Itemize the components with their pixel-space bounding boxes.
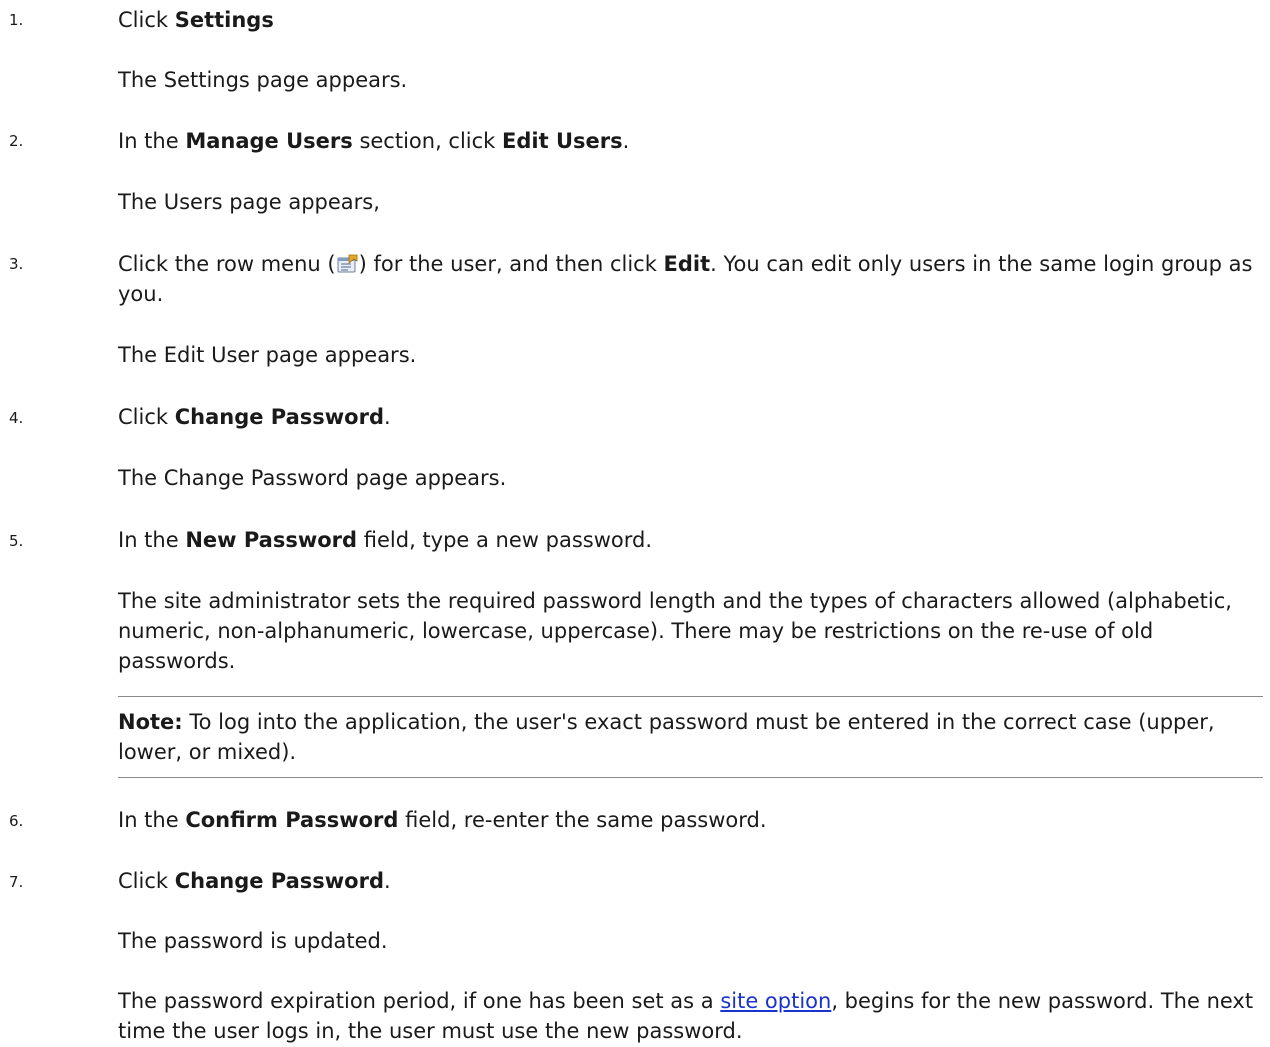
step-result: The Edit User page appears. (118, 343, 417, 367)
step-number: 6. (9, 812, 24, 830)
note-text: To log into the application, the user's … (118, 710, 1215, 764)
step-number: 3. (9, 255, 24, 273)
settings-label: Settings (174, 8, 274, 32)
new-password-label: New Password (185, 528, 358, 552)
confirm-password-label: Confirm Password (185, 808, 399, 832)
note-label: Note: (118, 710, 183, 734)
change-password-label: Change Password (174, 869, 385, 893)
step-instruction: Click the row menu ( ) for the user, and… (118, 252, 1253, 306)
step-result: The Users page appears, (118, 190, 380, 214)
step-extra: The password expiration period, if one h… (118, 989, 1254, 1043)
step-number: 1. (9, 11, 24, 29)
step-instruction: In the Confirm Password field, re-enter … (118, 808, 767, 832)
step-number: 4. (9, 409, 24, 427)
row-menu-icon (337, 252, 358, 273)
step-instruction: Click Settings (118, 8, 274, 32)
step-number: 7. (9, 873, 24, 891)
manage-users-label: Manage Users (185, 129, 353, 153)
step-number: 5. (9, 532, 24, 550)
step-result: The Settings page appears. (118, 68, 408, 92)
step-instruction: Click Change Password. (118, 405, 391, 429)
step-result: The Change Password page appears. (118, 466, 507, 490)
edit-users-label: Edit Users (502, 129, 623, 153)
step-instruction: Click Change Password. (118, 869, 391, 893)
edit-label: Edit (663, 252, 711, 276)
step-instruction: In the New Password field, type a new pa… (118, 528, 653, 552)
site-option-link[interactable]: site option (720, 989, 831, 1013)
step-result: The password is updated. (118, 929, 388, 953)
step-number: 2. (9, 132, 24, 150)
step-result: The site administrator sets the required… (118, 589, 1232, 673)
step-instruction: In the Manage Users section, click Edit … (118, 129, 630, 153)
change-password-label: Change Password (174, 405, 385, 429)
note-box: Note: To log into the application, the u… (118, 696, 1263, 778)
